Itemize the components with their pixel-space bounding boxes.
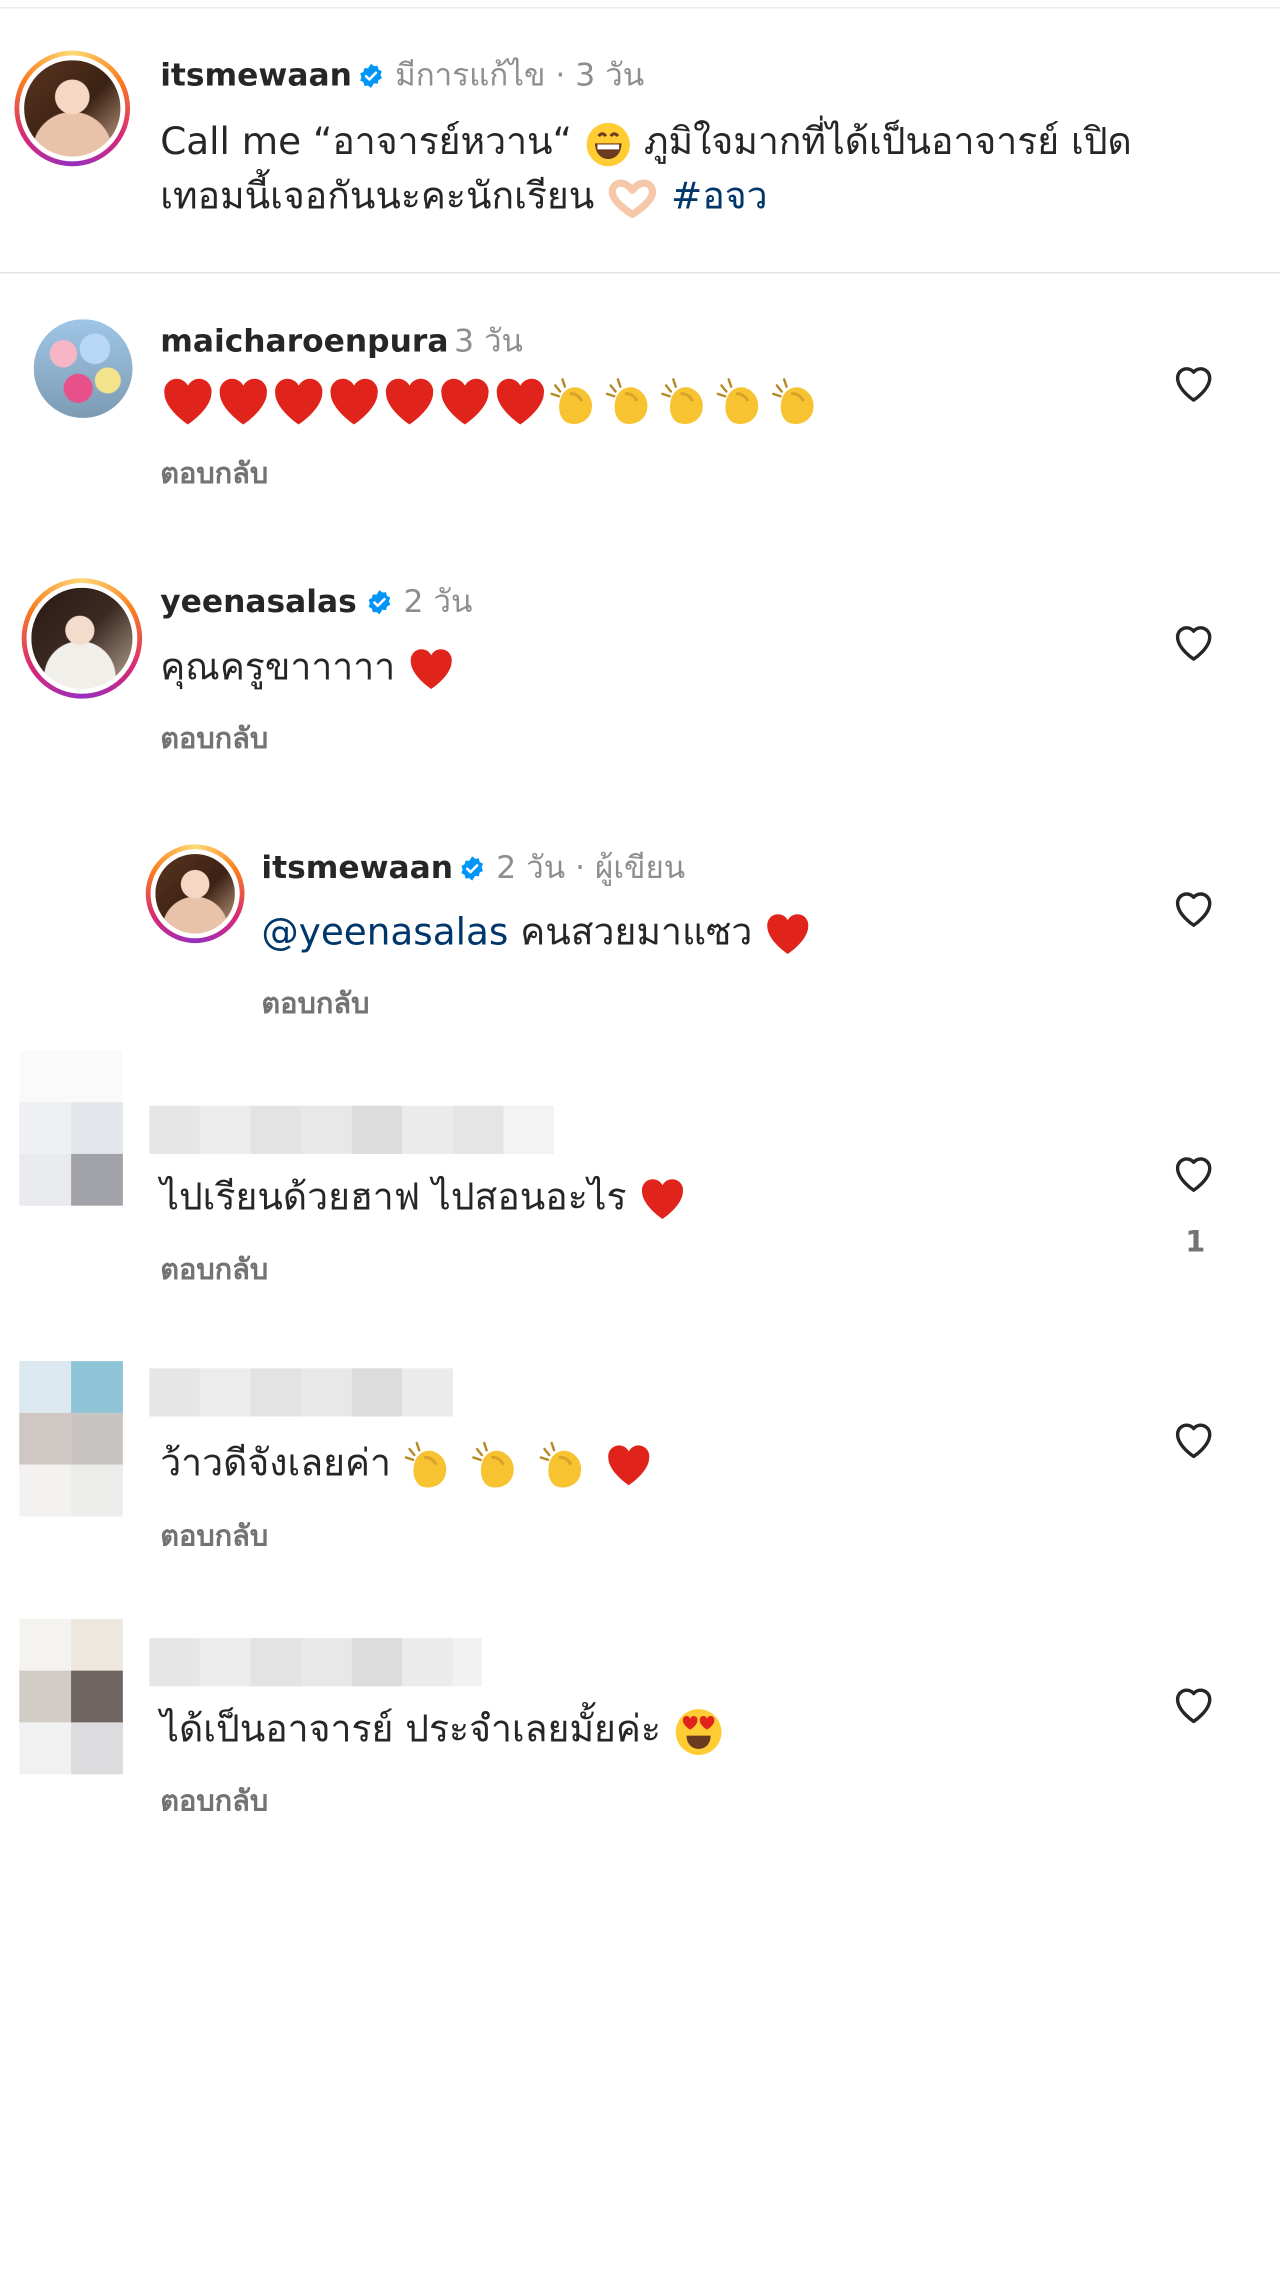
caption-username[interactable]: itsmewaan <box>160 57 352 96</box>
verified-icon <box>368 590 391 615</box>
heart-hands-icon <box>609 179 657 218</box>
red-heart-icon <box>441 378 489 424</box>
clapping-hands-icon <box>405 1441 447 1487</box>
clapping-hands-icon <box>716 377 759 424</box>
top-divider <box>0 7 1280 9</box>
like-heart-icon[interactable] <box>1170 359 1218 407</box>
blurred-avatar[interactable] <box>19 1618 123 1775</box>
reply-button[interactable]: ตอบกลับ <box>160 1518 268 1554</box>
red-heart-icon <box>496 378 544 424</box>
blurred-username <box>149 1368 453 1417</box>
comment-username[interactable]: yeenasalas <box>160 583 357 622</box>
reply-button[interactable]: ตอบกลับ <box>160 720 268 756</box>
comment-username[interactable]: maicharoenpura <box>160 323 448 362</box>
comment-text-body: คุณครูขาาาาา <box>160 645 396 689</box>
red-heart-icon <box>219 378 267 424</box>
red-heart-icon <box>385 378 434 424</box>
blurred-avatar[interactable] <box>19 1361 123 1517</box>
smiling-face-with-heart-eyes-icon <box>675 1708 722 1755</box>
comment-time-author: 2 วัน · ผู้เขียน <box>496 850 686 887</box>
caption-divider <box>0 272 1280 274</box>
comments-page: itsmewaan มีการแก้ไข · 3 วัน Call me “อา… <box>0 0 1280 2278</box>
caption-edited-time: มีการแก้ไข · 3 วัน <box>395 57 645 94</box>
clapping-hands-icon <box>772 377 814 424</box>
comment-avatar[interactable] <box>21 578 143 699</box>
like-count: 1 <box>1185 1224 1206 1259</box>
reply-button[interactable]: ตอบกลับ <box>160 455 268 491</box>
caption-text-part-2: ภูมิใจมากที่ได้เป็นอาจารย์ เปิด <box>643 120 1132 164</box>
like-heart-icon[interactable] <box>1170 884 1218 932</box>
like-heart-icon[interactable] <box>1170 618 1218 666</box>
caption-text-part-3: เทอมนี้เจอกันนะคะนักเรียน <box>160 174 595 219</box>
caption-hashtag-link[interactable]: #อจว <box>671 175 768 218</box>
caption-text-part-1: Call me “อาจารย์หวาน“ <box>160 120 572 164</box>
clapping-hands-icon <box>550 377 593 424</box>
red-heart-icon <box>608 1444 650 1485</box>
reply-button[interactable]: ตอบกลับ <box>160 1251 268 1287</box>
comment-username[interactable]: itsmewaan <box>261 849 453 888</box>
grinning-face-icon <box>586 122 630 166</box>
like-heart-icon[interactable] <box>1170 1680 1218 1728</box>
comment-text: @yeenasalas คนสวยมาแซว <box>261 906 812 959</box>
blurred-username <box>149 1105 555 1154</box>
comment-text-body: คนสวยมาแซว <box>520 910 753 954</box>
clapping-hands-icon <box>539 1441 582 1487</box>
comment-text: คุณครูขาาาาา <box>160 641 455 694</box>
caption-line-2: เทอมนี้เจอกันนะคะนักเรียน #อจว <box>160 170 767 223</box>
comment-text: ได้เป็นอาจารย์ ประจำเลยมั้ยค่ะ <box>160 1703 723 1757</box>
like-heart-icon[interactable] <box>1170 1415 1218 1463</box>
like-heart-icon[interactable] <box>1170 1149 1218 1197</box>
blurred-username <box>149 1638 482 1687</box>
comment-avatar[interactable] <box>145 844 245 944</box>
red-heart-icon <box>642 1178 684 1219</box>
comment-avatar[interactable] <box>33 319 133 418</box>
comment-text: ว้าวดีจังเลยค่า <box>160 1437 653 1492</box>
reply-button[interactable]: ตอบกลับ <box>261 985 369 1021</box>
comment-time: 2 วัน <box>403 584 473 621</box>
comment-text-body: ได้เป็นอาจารย์ ประจำเลยมั้ยค่ะ <box>160 1707 661 1752</box>
blurred-avatar[interactable] <box>19 1050 123 1206</box>
red-heart-icon <box>767 913 809 954</box>
verified-icon <box>360 63 382 89</box>
verified-icon <box>461 856 483 881</box>
clapping-hands-icon <box>605 377 648 424</box>
red-heart-icon <box>410 648 452 689</box>
mention-link[interactable]: @yeenasalas <box>261 911 508 954</box>
reply-button[interactable]: ตอบกลับ <box>160 1783 268 1819</box>
comment-text: ไปเรียนด้วยฮาฟ ไปสอนอะไร <box>160 1171 686 1224</box>
comment-text-body: ไปเรียนด้วยฮาฟ ไปสอนอะไร <box>160 1175 627 1219</box>
clapping-hands-icon <box>472 1441 515 1487</box>
comment-time: 3 วัน <box>454 324 523 361</box>
clapping-hands-icon <box>661 377 703 424</box>
caption-avatar[interactable] <box>14 50 131 167</box>
comment-emoji-text <box>160 373 825 431</box>
red-heart-icon <box>275 378 323 424</box>
red-heart-icon <box>330 378 378 424</box>
comment-text-body: ว้าวดีจังเลยค่า <box>160 1441 391 1486</box>
red-heart-icon <box>164 378 212 424</box>
caption-line-1: Call me “อาจารย์หวาน“ ภูมิใจมากที่ได้เป็… <box>160 116 1132 169</box>
